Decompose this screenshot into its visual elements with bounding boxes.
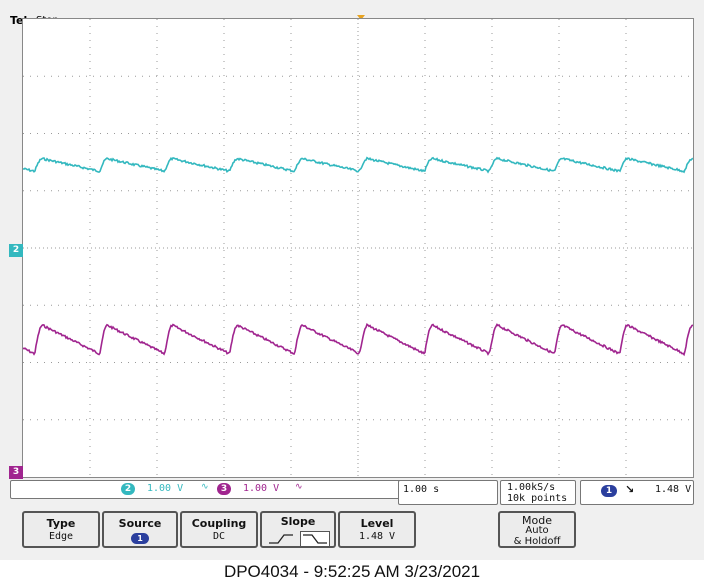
softkey-value: Auto: [525, 525, 549, 536]
capture-caption: DPO4034 - 9:52:25 AM 3/23/2021: [223, 562, 481, 581]
oscilloscope-screen: Tek Stop 2 3 2 1.00 V ∿ 3 1.00 V ∿ 1.00 …: [0, 0, 704, 560]
softkey-title: Level: [360, 517, 394, 530]
record-length: 10k points: [507, 493, 568, 504]
softkey-title: Source: [118, 517, 162, 530]
channel-info-bar[interactable]: 2 1.00 V ∿ 3 1.00 V ∿: [10, 480, 404, 499]
channel-2-scale: 1.00 V: [147, 483, 184, 494]
rising-edge-icon[interactable]: [266, 531, 296, 547]
channel-3-ground-marker: 3: [9, 466, 23, 479]
waveform-graticule: [22, 18, 694, 478]
trigger-source-pill: 1: [131, 533, 149, 544]
channel-2-ground-marker: 2: [9, 244, 23, 257]
falling-edge-icon[interactable]: [300, 531, 330, 547]
softkey-title: Slope: [280, 515, 316, 528]
softkey-title: Coupling: [191, 517, 247, 530]
trigger-readout[interactable]: 1 ↘ 1.48 V: [580, 480, 694, 505]
falling-edge-icon: ↘: [625, 483, 635, 496]
trigger-coupling-button[interactable]: Coupling DC: [180, 511, 258, 548]
softkey-value: DC: [212, 531, 226, 542]
softkey-title: Type: [46, 517, 76, 530]
bandwidth-limit-icon: ∿: [295, 482, 303, 492]
trigger-slope-button[interactable]: Slope: [260, 511, 336, 548]
trigger-source-button[interactable]: Source 1: [102, 511, 178, 548]
waveform-plot: [23, 19, 693, 477]
trigger-level-button[interactable]: Level 1.48 V: [338, 511, 416, 548]
acquisition-readout[interactable]: 1.00kS/s 10k points: [500, 480, 576, 505]
softkey-value: Edge: [48, 531, 74, 542]
trigger-mode-button[interactable]: Mode Auto & Holdoff: [498, 511, 576, 548]
trigger-source-badge: 1: [601, 485, 617, 497]
sample-rate: 1.00kS/s: [507, 482, 556, 493]
channel-2-badge[interactable]: 2: [121, 483, 135, 495]
trigger-type-button[interactable]: Type Edge: [22, 511, 100, 548]
timebase-readout[interactable]: 1.00 s: [398, 480, 498, 505]
channel-3-scale: 1.00 V: [243, 483, 280, 494]
timebase-value: 1.00 s: [403, 484, 440, 495]
softkey-value: 1.48 V: [358, 531, 396, 542]
bandwidth-limit-icon: ∿: [201, 482, 209, 492]
softkey-value-2: & Holdoff: [513, 536, 561, 547]
trigger-level-value: 1.48 V: [655, 484, 692, 495]
channel-3-badge[interactable]: 3: [217, 483, 231, 495]
